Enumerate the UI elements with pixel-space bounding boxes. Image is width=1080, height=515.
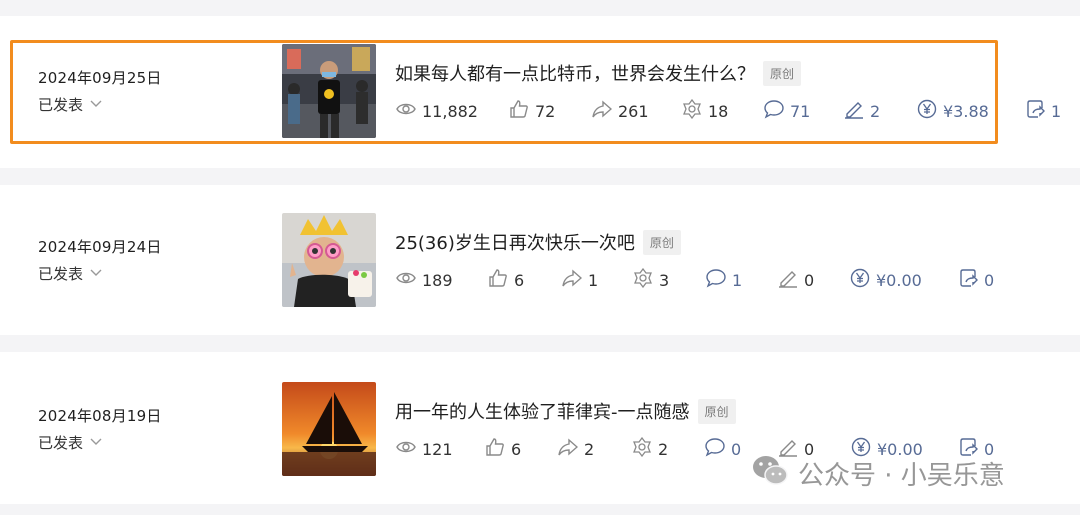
original-tag: 原创 [697,398,736,424]
wows-stat[interactable]: 18 [682,98,728,123]
views-stat[interactable]: 189 [396,268,453,292]
shares-stat[interactable]: 261 [592,99,649,123]
flower-icon [632,436,652,461]
forward-icon [1025,99,1045,123]
flower-icon [682,98,702,123]
status-dropdown[interactable]: 已发表 [38,94,103,115]
views-stat[interactable]: 121 [396,437,453,461]
chevron-down-icon [89,265,103,283]
wows-stat[interactable]: 3 [633,267,669,292]
status-dropdown[interactable]: 已发表 [38,263,103,284]
thumb-up-icon [509,99,529,123]
shares-stat[interactable]: 2 [558,437,594,461]
article-thumbnail[interactable] [282,213,376,307]
chevron-down-icon [89,96,103,114]
eye-icon [396,99,416,123]
forward-icon [958,268,978,292]
watermark: 公众号 · 小吴乐意 [750,450,1005,497]
comment-icon [764,99,784,123]
thumb-up-icon [488,268,508,292]
shares-stat[interactable]: 1 [562,268,598,292]
notes-stat[interactable]: 0 [778,268,814,292]
pen-icon [778,268,798,292]
publish-date: 2024年09月24日 [38,238,162,256]
title-line: 25(36)岁生日再次快乐一次吧 原创 [395,229,681,255]
status-label: 已发表 [38,265,84,283]
notes-stat[interactable]: 2 [844,99,880,123]
forwards-stat[interactable]: 0 [958,268,994,292]
rewards-stat[interactable]: ¥0.00 [850,268,922,292]
original-tag: 原创 [642,229,681,255]
comments-stat[interactable]: 0 [705,437,741,461]
status-dropdown[interactable]: 已发表 [38,432,103,453]
publish-date: 2024年08月19日 [38,407,162,425]
status-label: 已发表 [38,96,84,114]
article-title[interactable]: 用一年的人生体验了菲律宾-一点随感 [395,398,690,424]
share-arrow-icon [592,99,613,123]
publish-date: 2024年09月25日 [38,69,162,87]
eye-icon [396,437,416,461]
article-row-2 [0,185,1080,335]
likes-stat[interactable]: 6 [488,268,524,292]
article-thumbnail[interactable] [282,44,376,138]
title-line: 如果每人都有一点比特币，世界会发生什么？ 原创 [395,60,802,86]
wechat-icon [750,450,790,497]
pen-icon [844,99,864,123]
comments-stat[interactable]: 1 [706,268,742,292]
comment-icon [706,268,726,292]
chevron-down-icon [89,434,103,452]
title-line: 用一年的人生体验了菲律宾-一点随感 原创 [395,398,736,424]
share-arrow-icon [562,268,583,292]
article-thumbnail[interactable] [282,382,376,476]
article-title[interactable]: 如果每人都有一点比特币，世界会发生什么？ [395,60,755,86]
rewards-stat[interactable]: ¥3.88 [917,99,989,123]
comment-icon [705,437,725,461]
thumb-up-icon [485,437,505,461]
wows-stat[interactable]: 2 [632,436,668,461]
comments-stat[interactable]: 71 [764,99,810,123]
likes-stat[interactable]: 72 [509,99,555,123]
yen-icon [850,268,870,292]
views-stat[interactable]: 11,882 [396,99,478,123]
likes-stat[interactable]: 6 [485,437,521,461]
article-title[interactable]: 25(36)岁生日再次快乐一次吧 [395,229,635,255]
yen-icon [917,99,937,123]
share-arrow-icon [558,437,579,461]
original-tag: 原创 [763,60,802,86]
eye-icon [396,268,416,292]
article-row-1 [0,16,1080,168]
flower-icon [633,267,653,292]
forwards-stat[interactable]: 1 [1025,99,1061,123]
watermark-text: 公众号 · 小吴乐意 [798,461,1005,491]
status-label: 已发表 [38,434,84,452]
